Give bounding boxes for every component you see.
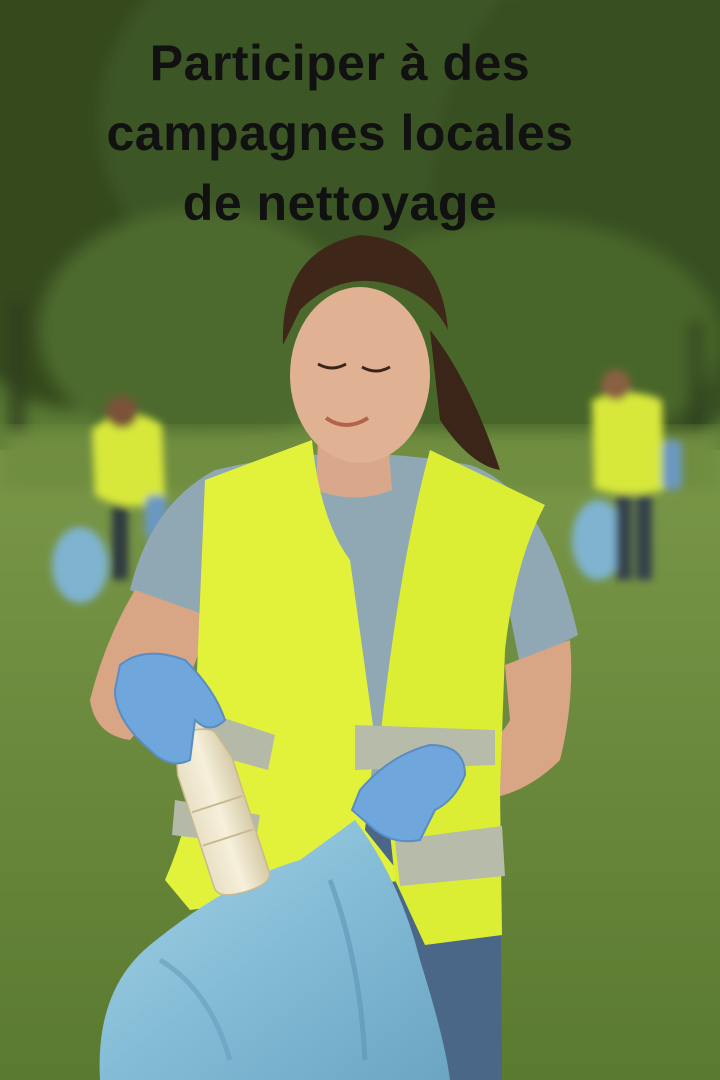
headline-line: campagnes locales [106,105,574,161]
headline-line: Participer à des [149,35,531,91]
photo-scene: Participer à des campagnes locales de ne… [0,0,720,1080]
headline-line: de nettoyage [182,175,498,231]
face [290,287,430,463]
headline: Participer à des campagnes locales de ne… [30,28,650,238]
